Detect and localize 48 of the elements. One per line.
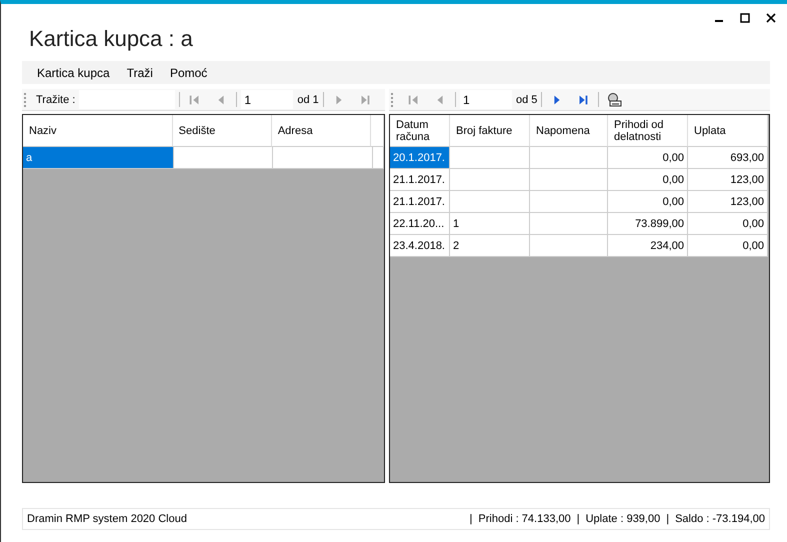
table-cell: a	[23, 147, 174, 169]
column-header[interactable]: Naziv	[23, 115, 173, 147]
search-field[interactable]	[79, 90, 176, 109]
table-cell: 0,00	[608, 147, 688, 169]
table-cell: 234,00	[608, 235, 688, 257]
status-total: Prihodi : 74.133,00	[478, 513, 571, 525]
table-cell: 123,00	[688, 191, 768, 213]
column-header[interactable]: Sedište	[172, 115, 272, 147]
table-cell: 21.1.2017.	[390, 191, 450, 213]
table-cell: 1	[450, 213, 530, 235]
window-title: Kartica kupca : a	[29, 26, 194, 53]
status-separator: |	[470, 513, 472, 525]
table-cell: 22.11.20...	[390, 213, 450, 235]
status-total: Uplate : 939,00	[586, 513, 660, 525]
table-cell: 0,00	[688, 213, 768, 235]
close-icon[interactable]	[764, 11, 778, 25]
column-header[interactable]: Prihodi od delatnosti	[608, 115, 688, 147]
position-field[interactable]: 1	[241, 90, 294, 109]
menu-item[interactable]: Pomoć	[164, 64, 214, 82]
status-text: Dramin RMP system 2020 Cloud	[27, 513, 187, 525]
position-field[interactable]: 1	[460, 90, 512, 109]
menu-item[interactable]: Traži	[120, 64, 159, 82]
status-separator: |	[666, 513, 670, 525]
table-cell: 0,00	[688, 235, 768, 257]
status-total: Saldo : -73.194,00	[675, 513, 765, 525]
column-header	[370, 115, 384, 147]
status-separator: |	[576, 513, 580, 525]
table-cell: 0,00	[608, 169, 688, 191]
table-cell	[373, 147, 384, 169]
search-label: Tražite :	[36, 94, 76, 106]
column-header[interactable]: Uplata	[688, 115, 768, 147]
column-header[interactable]: Adresa	[272, 115, 371, 147]
table-cell: 693,00	[688, 147, 768, 169]
table-cell: 73.899,00	[608, 213, 688, 235]
table-cell: 20.1.2017.	[390, 147, 450, 169]
table-cell: 0,00	[608, 191, 688, 213]
table-cell: 123,00	[688, 169, 768, 191]
table-cell: 23.4.2018.	[390, 235, 450, 257]
column-header[interactable]: Napomena	[530, 115, 608, 147]
column-header[interactable]: Broj fakture	[450, 115, 530, 147]
maximize-icon[interactable]	[738, 11, 752, 25]
printer-icon[interactable]	[606, 92, 622, 108]
page-count: od 5	[516, 94, 538, 106]
menu-item[interactable]: Kartica kupca	[31, 64, 116, 82]
column-header[interactable]: Datum računa	[390, 115, 450, 147]
table-cell: 2	[450, 235, 530, 257]
page-count: od 1	[297, 94, 319, 106]
table-cell: 21.1.2017.	[390, 169, 450, 191]
